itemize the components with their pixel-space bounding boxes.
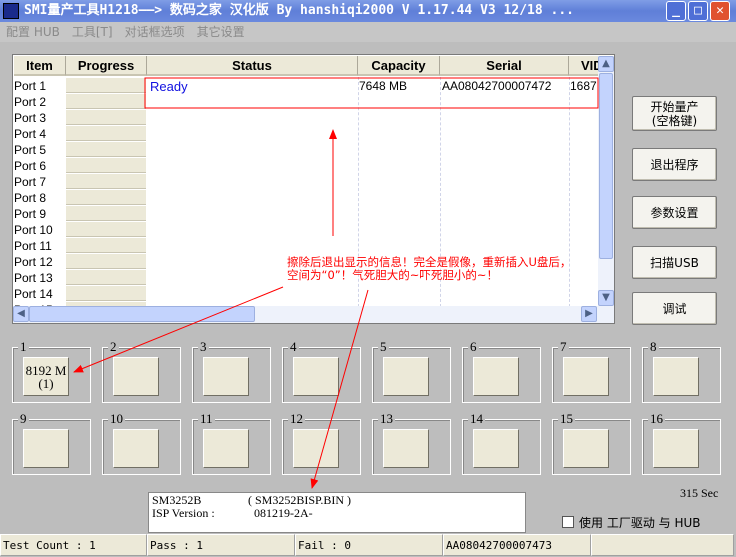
annotation-arrow <box>73 286 284 373</box>
annotation-line-2: 空间为“0”！气死胆大的~吓死胆小的~！ <box>287 268 499 282</box>
highlight-rectangle <box>144 77 599 109</box>
annotation-note: 擦除后退出显示的信息！完全是假像，重新插入U盘后， 空间为“0”！气死胆大的~吓… <box>287 256 571 282</box>
annotation-arrow <box>310 289 369 489</box>
